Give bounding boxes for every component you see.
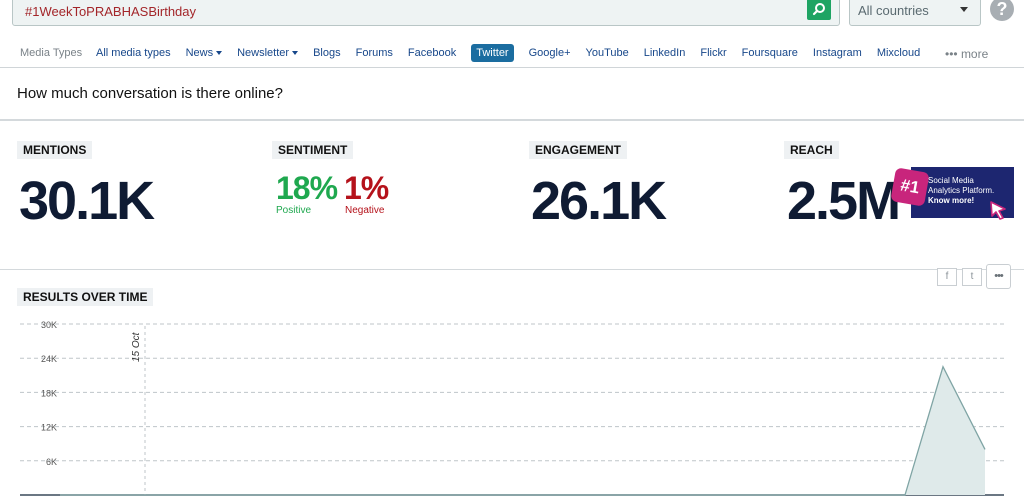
analytics-platform-ad[interactable]: #1 Social Media Analytics Platform. Know… (890, 167, 1014, 220)
media-type-label: Flickr (700, 47, 727, 59)
mentions-label: MENTIONS (17, 141, 93, 159)
media-type-youtube[interactable]: YouTube (586, 44, 629, 62)
media-type-all-media-types[interactable]: All media types (96, 44, 171, 62)
y-tick-label: 18K (41, 388, 57, 398)
media-type-label: LinkedIn (643, 47, 686, 59)
media-type-label: Mixcloud (876, 47, 921, 59)
top-bar: #1WeekToPRABHASBirthday All countries ? (0, 0, 1024, 30)
area-line (60, 365, 986, 496)
mentions-value: 30.1K (19, 171, 155, 231)
sentiment-positive-value: 18% (276, 170, 338, 206)
media-type-label: YouTube (585, 47, 629, 59)
media-type-label: Blogs (313, 47, 341, 59)
search-button[interactable] (807, 0, 831, 20)
media-type-label: Twitter (476, 47, 509, 59)
search-input[interactable]: #1WeekToPRABHASBirthday (12, 0, 840, 26)
y-tick-label: 24K (41, 354, 57, 364)
country-select[interactable]: All countries (849, 0, 981, 26)
ad-line-2: Analytics Platform. (928, 186, 995, 195)
media-types-label: Media Types (20, 47, 83, 59)
media-type-label: Google+ (528, 47, 571, 59)
cursor-pointer-icon (990, 201, 1006, 220)
media-type-label: Foursquare (741, 47, 798, 59)
country-select-value: All countries (858, 3, 929, 18)
chevron-down-icon (960, 7, 968, 12)
ad-line-1: Social Media (928, 176, 974, 185)
media-type-label: Forums (355, 47, 393, 59)
media-type-instagram[interactable]: Instagram (813, 44, 862, 62)
reach-label: REACH (784, 141, 839, 159)
ad-rank-badge: #1 (890, 167, 930, 207)
results-over-time-chart: 30K 24K 18K 12K 6K 15 Oct (20, 320, 1004, 496)
more-media-types-button[interactable]: ••• more (945, 47, 988, 61)
reach-value: 2.5M (787, 171, 901, 231)
area-fill (60, 366, 985, 495)
media-type-label: Facebook (407, 47, 457, 59)
media-type-linkedin[interactable]: LinkedIn (644, 44, 686, 62)
search-query-text: #1WeekToPRABHASBirthday (25, 4, 197, 19)
media-type-mixcloud[interactable]: Mixcloud (877, 44, 920, 62)
chevron-down-icon (292, 51, 299, 55)
media-type-label: News (185, 47, 214, 59)
media-type-twitter[interactable]: Twitter (471, 44, 514, 62)
engagement-value: 26.1K (531, 171, 667, 231)
share-twitter-button[interactable]: t (962, 268, 982, 286)
section-question: How much conversation is there online? (17, 85, 283, 102)
media-type-label: All media types (96, 47, 171, 59)
engagement-label: ENGAGEMENT (529, 141, 628, 159)
help-icon[interactable]: ? (990, 0, 1014, 21)
media-type-blogs[interactable]: Blogs (313, 44, 341, 62)
media-type-flickr[interactable]: Flickr (700, 44, 726, 62)
media-type-facebook[interactable]: Facebook (408, 44, 456, 62)
media-type-newsletter[interactable]: Newsletter (237, 44, 299, 62)
media-type-label: Instagram (812, 47, 862, 59)
sentiment-negative-label: Negative (345, 205, 385, 216)
more-options-button[interactable]: ••• (986, 264, 1011, 289)
divider (0, 269, 1024, 270)
divider (0, 119, 1024, 121)
media-type-foursquare[interactable]: Foursquare (742, 44, 798, 62)
y-tick-label: 30K (41, 320, 57, 330)
sentiment-label: SENTIMENT (272, 141, 354, 159)
sentiment-negative-value: 1% (344, 170, 389, 206)
media-type-label: Newsletter (237, 47, 290, 59)
media-type-forums[interactable]: Forums (356, 44, 393, 62)
results-over-time-label: RESULTS OVER TIME (17, 288, 154, 306)
media-type-news[interactable]: News (186, 44, 223, 62)
chevron-down-icon (216, 51, 223, 55)
share-facebook-button[interactable]: f (937, 268, 957, 286)
media-type-list: All media types News Newsletter Blogs Forums… (96, 44, 935, 62)
media-type-google[interactable]: Google+ (529, 44, 571, 62)
sentiment-positive-label: Positive (276, 205, 312, 216)
date-marker-label: 15 Oct (131, 331, 142, 362)
y-tick-label: 6K (46, 457, 57, 467)
media-types-nav: Media Types All media types News Newslette… (0, 40, 1024, 68)
y-tick-label: 12K (41, 423, 57, 433)
search-icon (812, 3, 825, 16)
